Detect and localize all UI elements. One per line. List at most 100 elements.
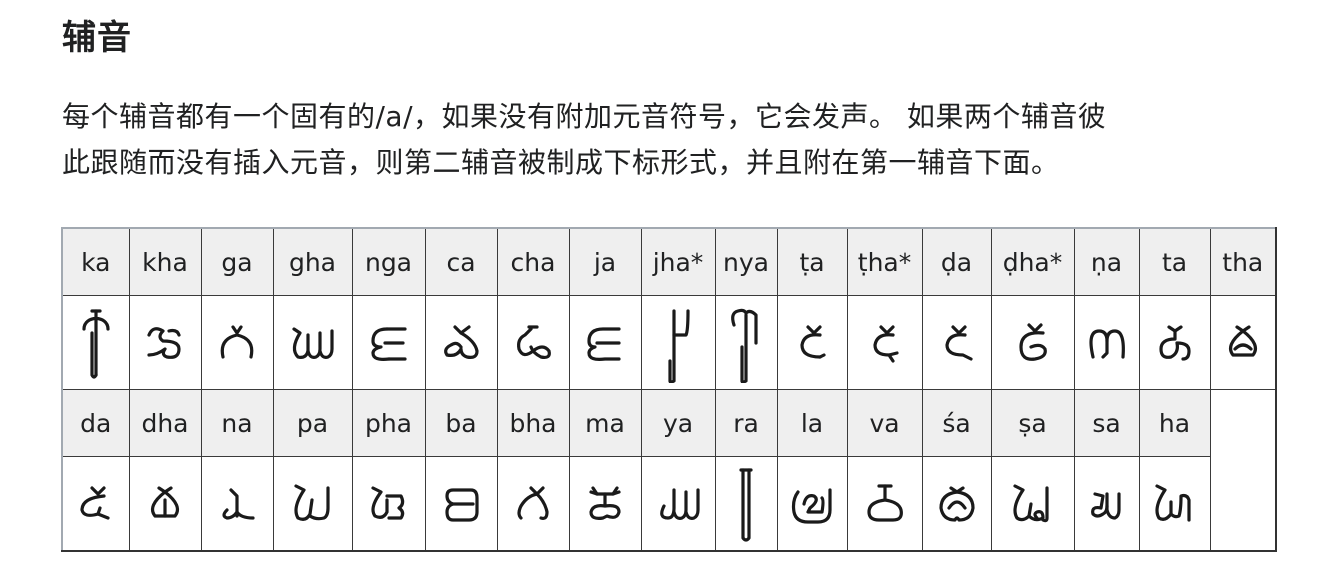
glyph-cell	[640, 295, 716, 390]
tha-glyph-icon	[1228, 324, 1257, 357]
label-cell: gha	[272, 227, 353, 296]
glyph-cell	[424, 456, 498, 552]
label-cell: pha	[351, 389, 426, 457]
label-cell: tha	[1209, 227, 1277, 296]
label-cell: kha	[128, 227, 202, 296]
label-cell: da	[61, 389, 130, 457]
label-cell: va	[846, 389, 923, 457]
tta-glyph-icon	[800, 324, 826, 359]
glyph-row-2	[61, 456, 1276, 552]
glyph-row-1	[61, 295, 1277, 390]
label-cell: ja	[568, 227, 642, 296]
glyph-cell	[496, 295, 570, 390]
label-cell: ṇa	[1073, 227, 1140, 296]
glyph-cell	[351, 295, 426, 390]
glyph-cell	[776, 456, 848, 552]
gha-glyph-icon	[291, 326, 334, 359]
ddha-glyph-icon	[1018, 322, 1047, 361]
glyph-cell	[1138, 456, 1211, 552]
glyph-cell	[61, 295, 130, 390]
glyph-cell	[640, 456, 716, 552]
section-heading: 辅音	[62, 18, 132, 58]
paragraph-line-2: 此跟随而没有插入元音，则第二辅音被制成下标形式，并且附在第一辅音下面。	[62, 146, 1060, 179]
glyph-cell	[568, 295, 642, 390]
dda-glyph-icon	[944, 324, 973, 361]
ga-glyph-icon	[220, 324, 254, 359]
glyph-cell	[128, 456, 202, 552]
label-cell: ba	[424, 389, 498, 457]
label-cell: pa	[272, 389, 353, 457]
glyph-cell	[1138, 295, 1211, 390]
glyph-cell	[272, 295, 353, 390]
label-cell: dha	[128, 389, 202, 457]
glyph-cell	[200, 456, 274, 552]
pa-glyph-icon	[293, 483, 330, 521]
label-cell: ra	[714, 389, 778, 457]
la-glyph-icon	[791, 487, 832, 524]
label-cell: bha	[496, 389, 570, 457]
glyph-cell	[568, 456, 642, 552]
glyph-cell	[272, 456, 353, 552]
label-cell: nya	[714, 227, 778, 296]
label-cell: nga	[351, 227, 426, 296]
ssa-glyph-icon	[1012, 483, 1049, 522]
bha-glyph-icon	[517, 485, 549, 520]
nya-glyph-icon	[731, 308, 758, 383]
ca-glyph-icon	[444, 324, 479, 359]
va-glyph-icon	[866, 483, 903, 522]
glyph-cell	[1073, 295, 1140, 390]
label-cell: ya	[640, 389, 716, 457]
ttha-glyph-icon	[872, 324, 899, 363]
ha-glyph-icon	[1154, 483, 1191, 522]
ma-glyph-icon	[589, 485, 621, 520]
label-row-1: ka kha ga gha nga ca cha ja jha* nya ṭa …	[61, 227, 1277, 296]
na-glyph-icon	[222, 487, 255, 520]
nna-glyph-icon	[1088, 328, 1125, 359]
glyph-cell	[846, 295, 923, 390]
cha-glyph-icon	[517, 324, 551, 359]
label-cell: ha	[1138, 389, 1211, 457]
glyph-cell	[1073, 456, 1140, 552]
label-cell: ḍa	[921, 227, 992, 296]
glyph-cell	[846, 456, 923, 552]
glyph-cell	[1209, 295, 1277, 390]
intro-paragraph: 每个辅音都有一个固有的/a/，如果没有附加元音符号，它会发声。 如果两个辅音彼 …	[62, 94, 1282, 186]
label-cell: la	[776, 389, 848, 457]
ya-glyph-icon	[660, 487, 700, 520]
glyph-cell	[128, 295, 202, 390]
glyph-cell	[776, 295, 848, 390]
glyph-cell	[990, 295, 1075, 390]
glyph-cell	[496, 456, 570, 552]
label-cell: jha*	[640, 227, 716, 296]
glyph-cell	[714, 295, 778, 390]
ka-glyph-icon	[82, 308, 110, 379]
jha-glyph-icon	[668, 308, 690, 383]
glyph-cell	[424, 295, 498, 390]
glyph-cell	[61, 456, 130, 552]
glyph-cell	[921, 295, 992, 390]
ba-glyph-icon	[445, 487, 479, 522]
glyph-cell	[714, 456, 778, 552]
ta-glyph-icon	[1158, 324, 1191, 361]
dha-glyph-icon	[151, 485, 179, 518]
label-cell: ga	[200, 227, 274, 296]
label-cell: sa	[1073, 389, 1140, 457]
label-cell: ta	[1138, 227, 1211, 296]
label-cell: ṣa	[990, 389, 1075, 457]
glyph-cell	[990, 456, 1075, 552]
empty-cell	[1209, 389, 1277, 552]
sa-glyph-icon	[1090, 491, 1121, 520]
label-cell: ṭha*	[846, 227, 923, 296]
paragraph-line-1: 每个辅音都有一个固有的/a/，如果没有附加元音符号，它会发声。 如果两个辅音彼	[62, 100, 1107, 133]
label-cell: cha	[496, 227, 570, 296]
sha-glyph-icon	[938, 485, 975, 522]
label-cell: na	[200, 389, 274, 457]
pha-glyph-icon	[370, 485, 404, 520]
label-row-2: da dha na pa pha ba bha ma ya ra la va ś…	[61, 389, 1277, 552]
kha-glyph-icon	[147, 326, 181, 359]
consonant-table: ka kha ga gha nga ca cha ja jha* nya ṭa …	[61, 227, 1277, 552]
label-cell: ca	[424, 227, 498, 296]
label-cell: ḍha*	[990, 227, 1075, 296]
glyph-cell	[351, 456, 426, 552]
label-cell: śa	[921, 389, 992, 457]
